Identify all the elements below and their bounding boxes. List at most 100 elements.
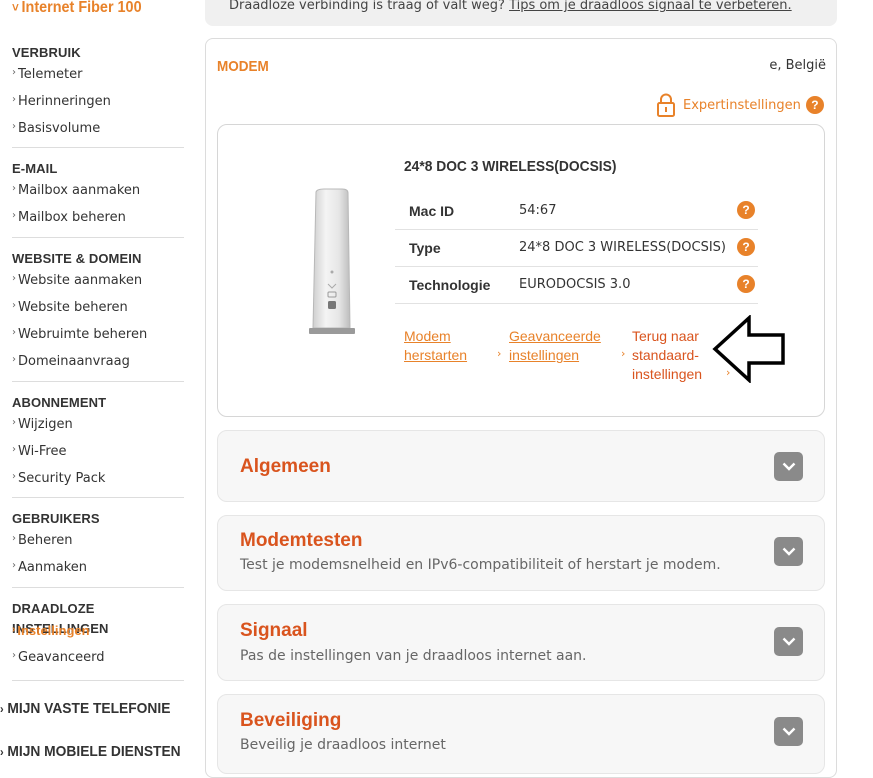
factory-reset-link[interactable]: Terug naar standaard- instellingen	[632, 327, 702, 384]
sidebar-item-mailbox-beheren[interactable]: › Mailbox beheren	[12, 206, 184, 233]
spec-row-technologie: Technologie EURODOCSIS 3.0 ?	[395, 267, 758, 304]
chevron-down-icon[interactable]	[774, 452, 803, 481]
sidebar-divider	[12, 237, 184, 238]
accordion-title: Signaal	[240, 620, 308, 641]
expert-settings-link[interactable]: Expertinstellingen ?	[657, 93, 824, 117]
caret-right-icon: ›	[12, 533, 16, 544]
spec-row-type: Type 24*8 DOC 3 WIRELESS(DOCSIS) ?	[395, 230, 758, 267]
sidebar-item-wi-free[interactable]: › Wi-Free	[12, 440, 184, 467]
accordion-beveiliging[interactable]: Beveiliging Beveilig je draadloos intern…	[217, 694, 825, 774]
caret-right-icon: ›	[12, 300, 16, 311]
accordion-modemtesten[interactable]: Modemtesten Test je modemsnelheid en IPv…	[217, 515, 825, 591]
spec-label: Mac ID	[409, 203, 455, 219]
chevron-down-icon[interactable]	[774, 627, 803, 656]
sidebar-divider	[12, 587, 184, 588]
sidebar-item-website-beheren[interactable]: › Website beheren	[12, 296, 184, 323]
sidebar-heading: VERBRUIK	[12, 45, 81, 60]
caret-right-icon: ›	[12, 273, 16, 284]
sidebar-item-domeinaanvraag[interactable]: › Domeinaanvraag	[12, 350, 184, 377]
sidebar-item-mobiele-diensten[interactable]: › MIJN MOBIELE DIENSTEN	[0, 743, 181, 760]
spec-label: Technologie	[409, 277, 491, 293]
accordion-signaal[interactable]: Signaal Pas de instellingen van je draad…	[217, 604, 825, 681]
spec-label: Type	[409, 240, 441, 256]
caret-right-icon: ›	[12, 444, 16, 455]
sidebar-divider	[12, 680, 184, 681]
info-banner-text: Draadloze verbinding is traag of valt we…	[229, 0, 510, 13]
spec-value: EURODOCSIS 3.0	[519, 277, 631, 292]
wifi-tips-link[interactable]: Tips om je draadloos signaal te verbeter…	[509, 0, 792, 13]
spec-row-mac-id: Mac ID 54:67 ?	[395, 193, 758, 230]
lock-icon	[657, 93, 675, 117]
sidebar-divider	[12, 497, 184, 498]
chevron-down-icon[interactable]	[774, 717, 803, 746]
sidebar-item-vaste-telefonie[interactable]: › MIJN VASTE TELEFONIE	[0, 700, 170, 717]
sidebar-item-telemeter[interactable]: › Telemeter	[12, 63, 184, 90]
caret-right-icon: ›	[621, 347, 626, 360]
sidebar-item-herinneringen[interactable]: › Herinneringen	[12, 90, 184, 117]
caret-right-icon: ›	[12, 650, 16, 661]
caret-right-icon: ›	[497, 347, 502, 360]
caret-right-icon: ›	[12, 94, 16, 105]
caret-right-icon: ›	[12, 121, 16, 132]
accordion-description: Test je modemsnelheid en IPv6-compatibil…	[240, 557, 721, 573]
sidebar-divider	[12, 381, 184, 382]
caret-right-icon: ›	[12, 183, 16, 194]
sidebar-item-security-pack[interactable]: › Security Pack	[12, 467, 184, 494]
caret-right-icon: ›	[12, 354, 16, 365]
accordion-title: Algemeen	[240, 456, 331, 477]
help-icon[interactable]: ?	[805, 96, 824, 114]
help-icon[interactable]: ?	[737, 201, 755, 219]
sidebar-item-website-aanmaken[interactable]: › Website aanmaken	[12, 269, 184, 296]
accordion-description: Pas de instellingen van je draadloos int…	[240, 648, 587, 664]
sidebar-item-beheren[interactable]: › Beheren	[12, 529, 184, 556]
sidebar-heading: GEBRUIKERS	[12, 511, 100, 526]
chevron-down-icon[interactable]	[774, 537, 803, 566]
caret-right-icon: ›	[12, 624, 16, 635]
accordion-description: Beveilig je draadloos internet	[240, 737, 446, 753]
help-icon[interactable]: ?	[737, 275, 755, 293]
sidebar-heading: E-MAIL	[12, 161, 58, 176]
sidebar-product-link[interactable]: ˅ Internet Fiber 100	[12, 0, 142, 17]
sidebar-product-label: Internet Fiber 100	[21, 0, 142, 16]
modem-location: e, België	[769, 58, 826, 73]
device-spec-table: Mac ID 54:67 ? Type 24*8 DOC 3 WIRELESS(…	[395, 193, 758, 304]
caret-right-icon: ›	[12, 210, 16, 221]
arrow-left-icon	[712, 315, 785, 383]
sidebar-section-draadloze-instellingen: DRAADLOZE INSTELLINGEN › Instellingen › Ge…	[12, 599, 184, 673]
caret-right-icon: ›	[12, 417, 16, 428]
caret-right-icon: ›	[12, 560, 16, 571]
accordion-title: Beveiliging	[240, 710, 342, 731]
device-name: 24*8 DOC 3 WIRELESS(DOCSIS)	[404, 158, 617, 175]
caret-right-icon: ›	[12, 67, 16, 78]
sidebar: ˅ Internet Fiber 100 VERBRUIK › Telemeter …	[0, 0, 195, 761]
restart-modem-link[interactable]: Modem herstarten	[404, 327, 467, 365]
sidebar-item-geavanceerd[interactable]: › Geavanceerd	[12, 646, 184, 673]
sidebar-heading: DRAADLOZE INSTELLINGEN	[12, 601, 109, 636]
accordion-algemeen[interactable]: Algemeen	[217, 430, 825, 502]
sidebar-heading: WEBSITE & DOMEIN	[12, 251, 142, 266]
spec-value: 54:67	[519, 203, 557, 218]
sidebar-item-aanmaken[interactable]: › Aanmaken	[12, 556, 184, 583]
modem-image	[309, 188, 355, 334]
sidebar-item-wijzigen[interactable]: › Wijzigen	[12, 413, 184, 440]
chevron-down-icon: ˅	[12, 0, 19, 15]
chevron-right-icon: ›	[0, 745, 4, 759]
help-icon[interactable]: ?	[737, 238, 755, 256]
sidebar-item-webruimte-beheren[interactable]: › Webruimte beheren	[12, 323, 184, 350]
sidebar-section-email: E-MAIL › Mailbox aanmaken › Mailbox behere…	[12, 159, 184, 233]
sidebar-section-verbruik: VERBRUIK › Telemeter › Herinneringen › Basi…	[12, 43, 184, 144]
chevron-right-icon: ›	[0, 702, 4, 716]
caret-right-icon: ›	[12, 327, 16, 338]
sidebar-section-gebruikers: GEBRUIKERS › Beheren › Aanmaken	[12, 509, 184, 583]
sidebar-section-abonnement: ABONNEMENT › Wijzigen › Wi-Free › Security …	[12, 393, 184, 494]
spec-value: 24*8 DOC 3 WIRELESS(DOCSIS)	[519, 240, 726, 255]
accordion-title: Modemtesten	[240, 530, 363, 551]
caret-right-icon: ›	[12, 471, 16, 482]
advanced-settings-link[interactable]: Geavanceerde instellingen	[509, 327, 601, 365]
sidebar-item-mailbox-aanmaken[interactable]: › Mailbox aanmaken	[12, 179, 184, 206]
sidebar-heading: ABONNEMENT	[12, 395, 107, 410]
expert-settings-label: Expertinstellingen	[683, 97, 801, 113]
info-banner: Draadloze verbinding is traag of valt we…	[205, 0, 837, 26]
sidebar-divider	[12, 147, 184, 148]
sidebar-item-basisvolume[interactable]: › Basisvolume	[12, 117, 184, 144]
